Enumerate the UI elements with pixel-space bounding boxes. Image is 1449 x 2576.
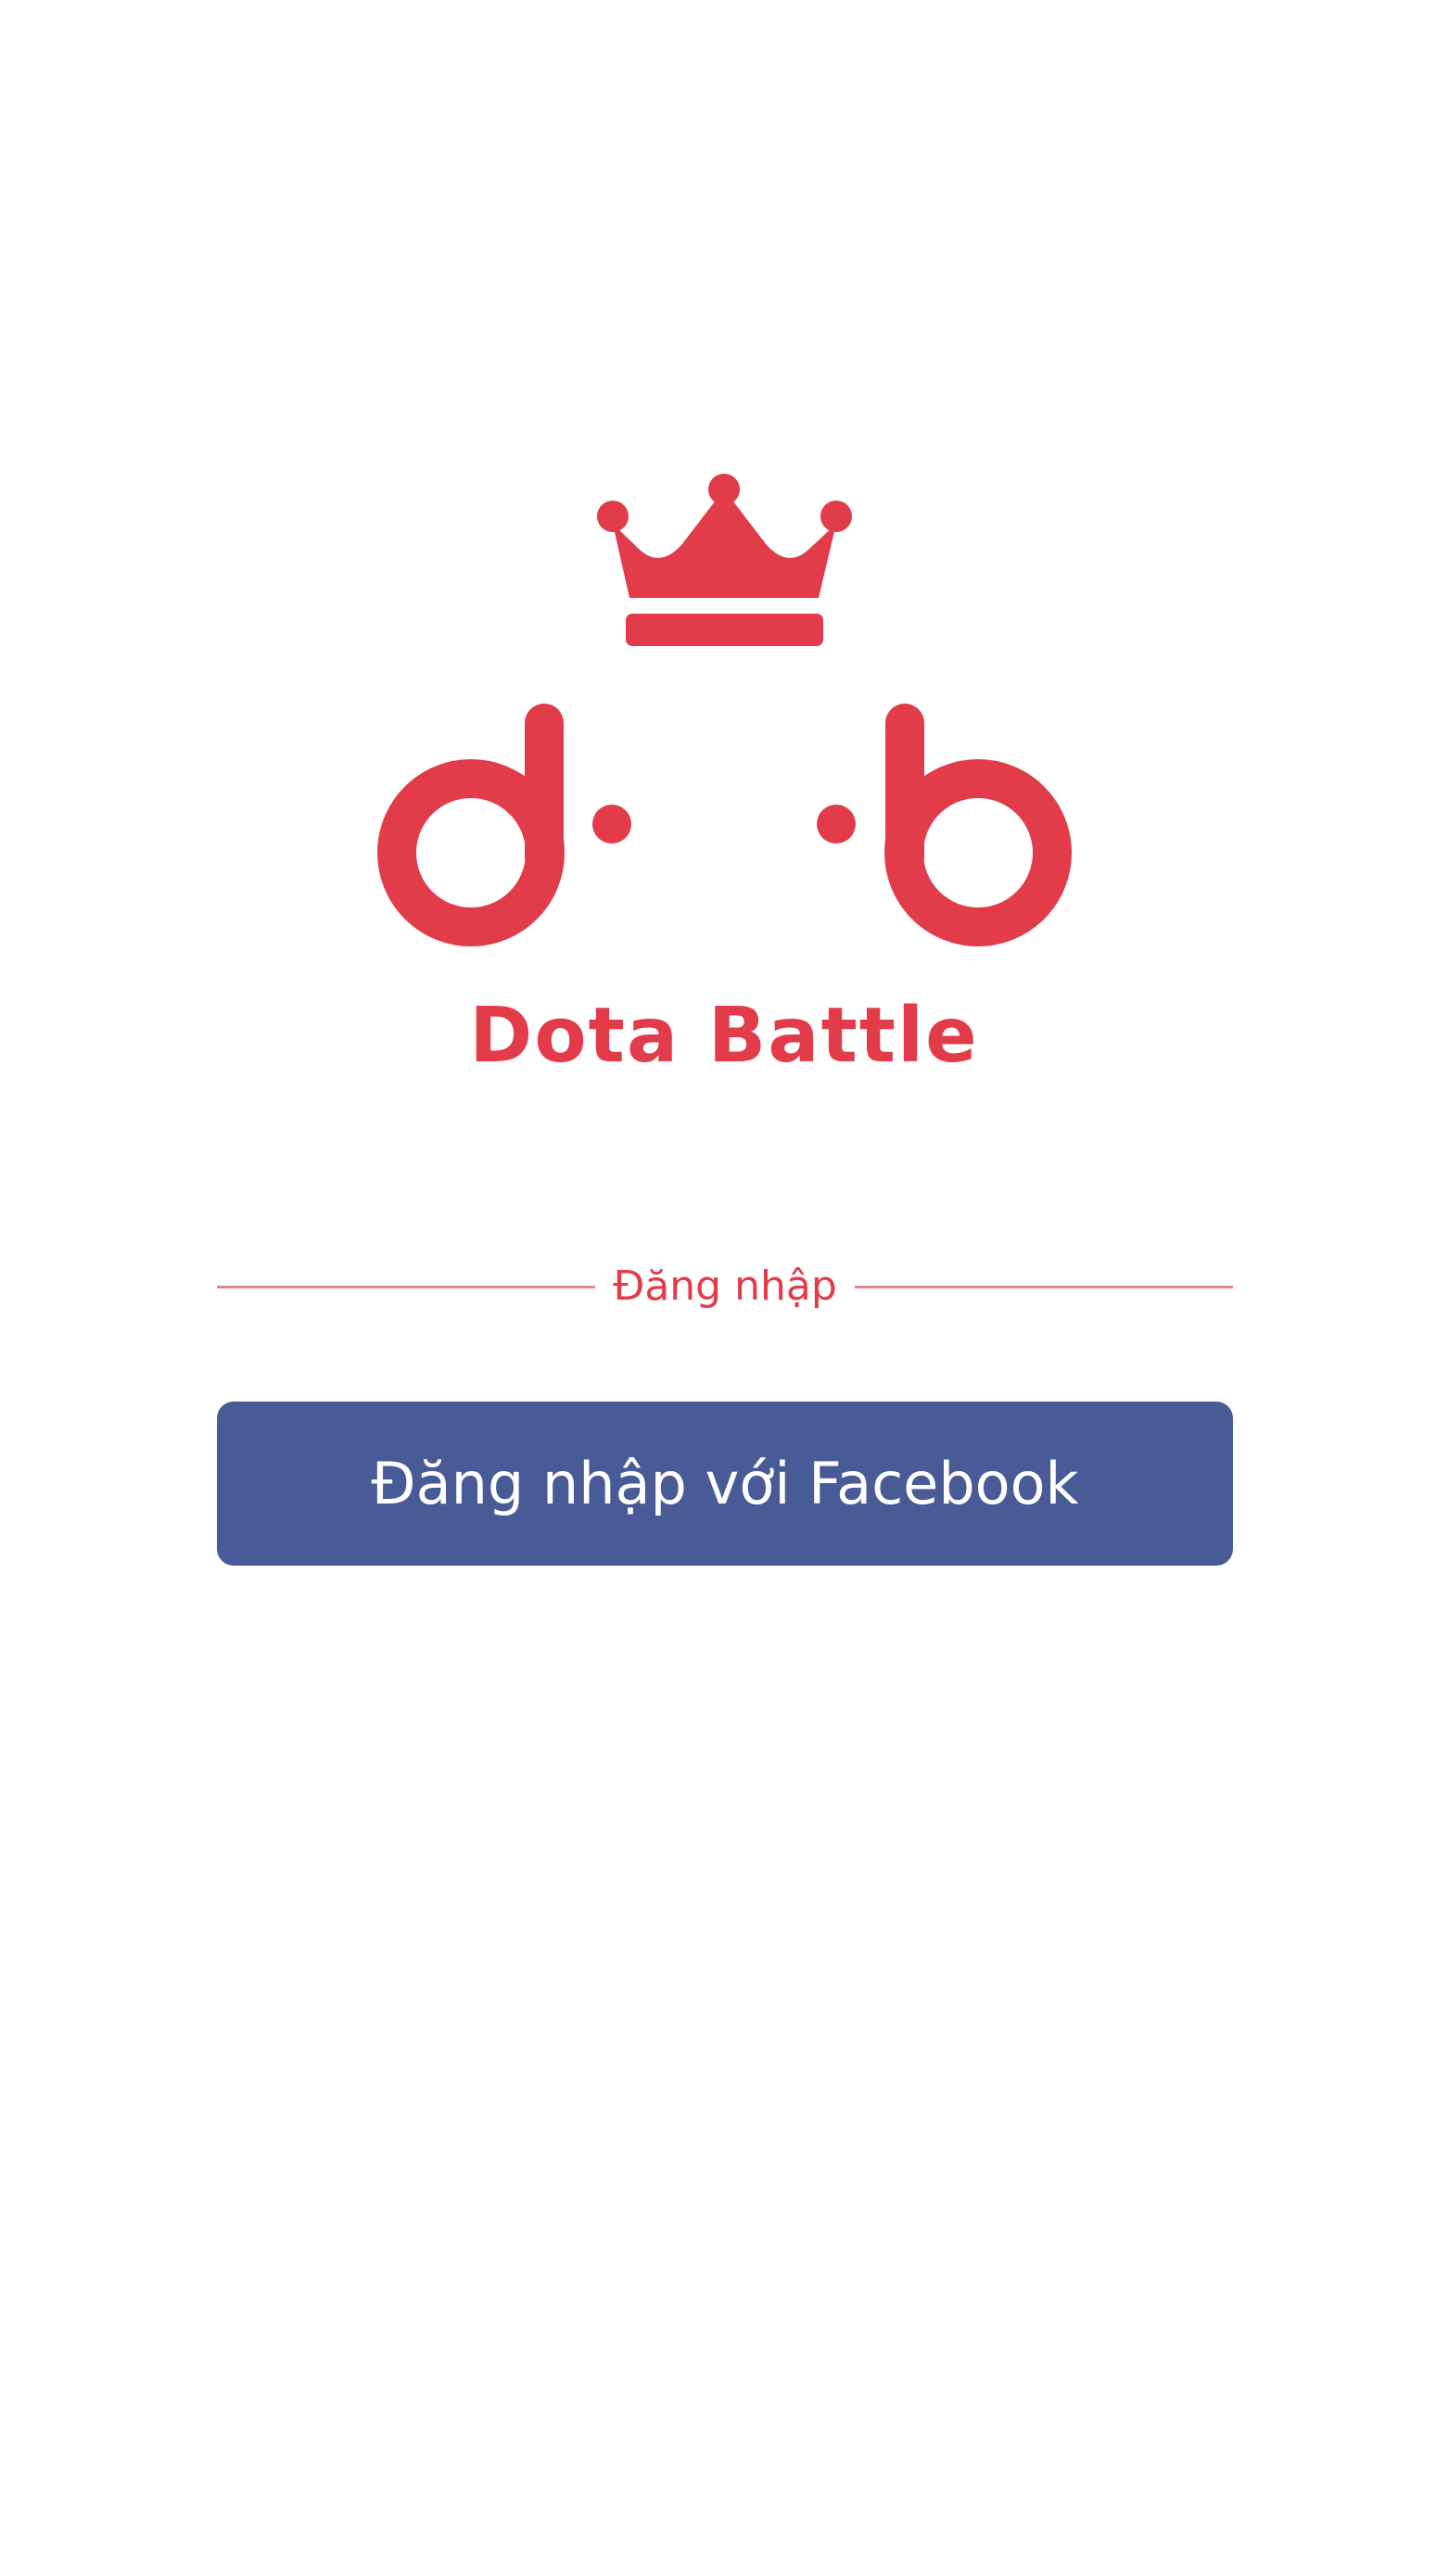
divider-line-left bbox=[217, 1286, 595, 1288]
logo-letter-b bbox=[817, 704, 1072, 946]
divider-line-right bbox=[855, 1286, 1233, 1288]
crown-icon bbox=[597, 474, 852, 646]
facebook-login-button[interactable]: Đăng nhập với Facebook bbox=[217, 1402, 1233, 1566]
logo-wordmark: Dota Battle bbox=[469, 992, 978, 1080]
login-divider: Đăng nhập bbox=[217, 1259, 1233, 1314]
logo-letter-d bbox=[377, 704, 631, 946]
login-section-label: Đăng nhập bbox=[613, 1263, 837, 1310]
app-logo: Dota Battle bbox=[0, 0, 1449, 1112]
logo-graphic: Dota Battle bbox=[377, 474, 1072, 1080]
